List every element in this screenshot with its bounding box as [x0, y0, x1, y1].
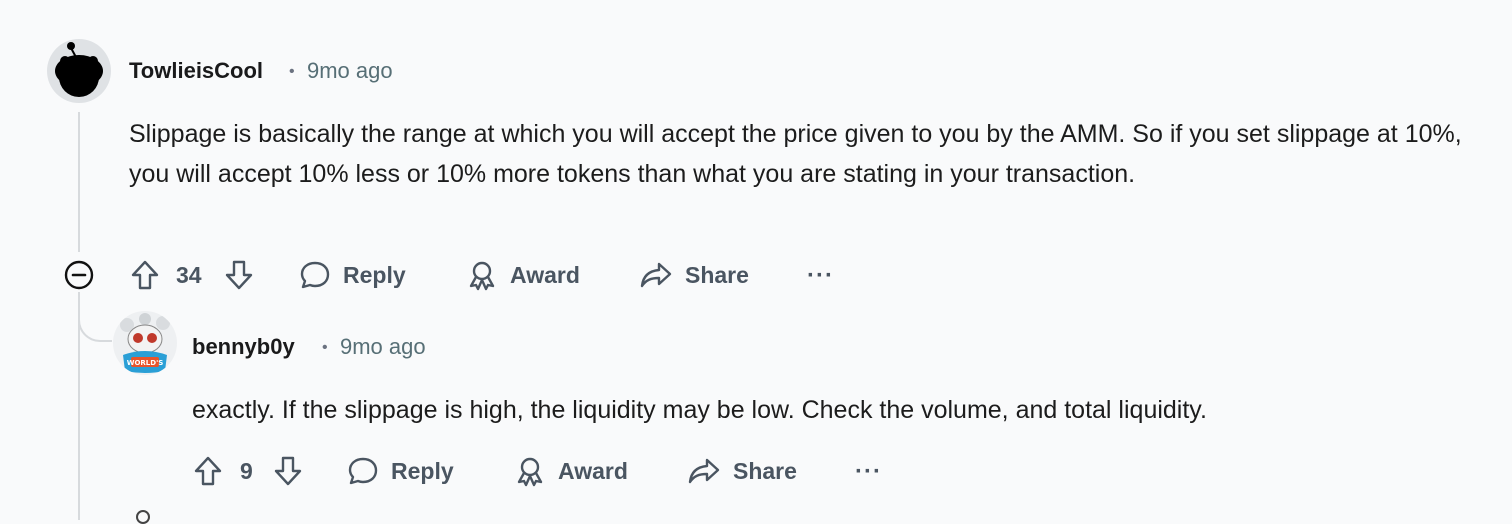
next-comment-avatar-edge — [136, 510, 150, 524]
award-icon — [469, 261, 495, 291]
thread-branch-curve — [78, 292, 112, 342]
share-button[interactable]: Share — [639, 255, 749, 295]
downvote-button[interactable] — [219, 255, 259, 295]
reply-button[interactable]: Reply — [299, 255, 406, 295]
upvote-icon — [131, 260, 159, 290]
thread-line-main[interactable] — [78, 112, 80, 252]
vote-count: 34 — [176, 262, 202, 288]
meta-separator: • — [322, 339, 328, 356]
reply-button[interactable]: Reply — [347, 451, 454, 491]
vote-count: 9 — [240, 458, 253, 484]
share-icon — [688, 458, 720, 484]
svg-text:WORLD'S: WORLD'S — [127, 359, 164, 367]
upvote-icon — [194, 456, 222, 486]
award-button[interactable]: Award — [514, 451, 628, 491]
comment-body: Slippage is basically the range at which… — [129, 120, 1462, 188]
award-button[interactable]: Award — [466, 255, 580, 295]
more-options-button[interactable]: ··· — [855, 458, 882, 486]
comment-username[interactable]: bennyb0y — [192, 334, 295, 360]
user-avatar[interactable]: WORLD'S — [113, 311, 177, 375]
comment-username[interactable]: TowlieisCool — [129, 58, 263, 84]
user-avatar[interactable] — [47, 39, 111, 103]
reply-icon — [348, 457, 378, 485]
collapse-icon — [64, 260, 94, 290]
upvote-button[interactable] — [188, 451, 228, 491]
upvote-button[interactable] — [125, 255, 165, 295]
downvote-button[interactable] — [268, 451, 308, 491]
downvote-icon — [274, 456, 302, 486]
more-options-button[interactable]: ··· — [807, 262, 834, 290]
comment-timestamp[interactable]: 9mo ago — [307, 58, 393, 84]
collapse-button[interactable] — [59, 255, 99, 295]
award-icon — [517, 457, 543, 487]
share-icon — [640, 262, 672, 288]
comment-body: exactly. If the slippage is high, the li… — [192, 396, 1207, 424]
share-button[interactable]: Share — [687, 451, 797, 491]
reply-icon — [300, 261, 330, 289]
downvote-icon — [225, 260, 253, 290]
meta-separator: • — [289, 63, 295, 80]
comment-timestamp[interactable]: 9mo ago — [340, 334, 426, 360]
